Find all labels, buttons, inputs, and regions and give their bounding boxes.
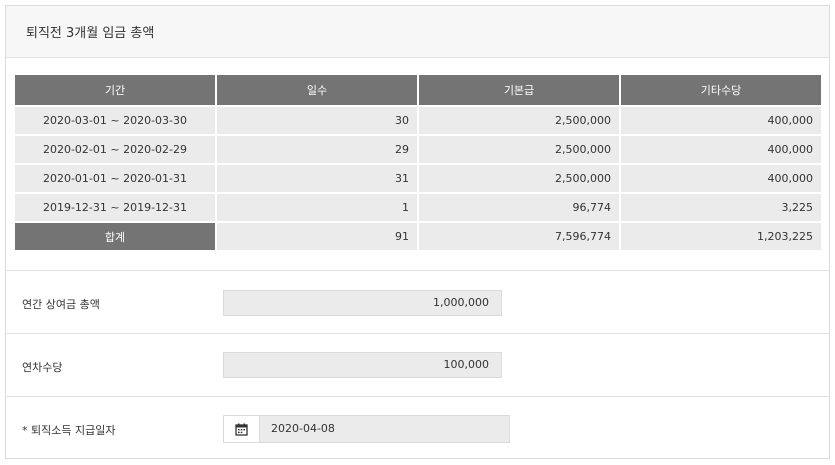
- annual-leave-row: 연차수당 100,000: [6, 333, 829, 396]
- cell-other-allowance: 400,000: [621, 136, 821, 163]
- cell-period: 2020-02-01 ~ 2020-02-29: [15, 136, 215, 163]
- total-label: 합계: [15, 223, 215, 250]
- cell-base-pay: 2,500,000: [419, 136, 619, 163]
- bonus-row: 연간 상여금 총액 1,000,000: [6, 270, 829, 333]
- cell-base-pay: 2,500,000: [419, 165, 619, 192]
- cell-days: 31: [217, 165, 417, 192]
- wage-table-wrap: 기간 일수 기본급 기타수당 2020-03-01 ~ 2020-03-30 3…: [15, 75, 821, 252]
- payment-date-input[interactable]: 2020-04-08: [260, 416, 335, 442]
- total-days: 91: [217, 223, 417, 250]
- payment-date-picker[interactable]: 2020-04-08: [223, 415, 510, 443]
- cell-days: 1: [217, 194, 417, 221]
- cell-other-allowance: 400,000: [621, 107, 821, 134]
- calendar-icon: [235, 423, 248, 436]
- table-header-row: 기간 일수 기본급 기타수당: [15, 75, 821, 105]
- header-other-allowance: 기타수당: [621, 75, 821, 105]
- table-row: 2020-02-01 ~ 2020-02-29 29 2,500,000 400…: [15, 136, 821, 163]
- panel-header: 퇴직전 3개월 임금 총액: [6, 6, 829, 58]
- panel-title: 퇴직전 3개월 임금 총액: [26, 26, 155, 41]
- payment-date-label: * 퇴직소득 지급일자: [22, 424, 116, 437]
- total-other-allowance: 1,203,225: [621, 223, 821, 250]
- table-row: 2020-03-01 ~ 2020-03-30 30 2,500,000 400…: [15, 107, 821, 134]
- header-period: 기간: [15, 75, 215, 105]
- wage-panel: 퇴직전 3개월 임금 총액 기간 일수 기본급 기타수당 2020-03-01 …: [5, 5, 830, 459]
- cell-base-pay: 96,774: [419, 194, 619, 221]
- cell-other-allowance: 400,000: [621, 165, 821, 192]
- annual-leave-label: 연차수당: [22, 361, 63, 374]
- bonus-label: 연간 상여금 총액: [22, 298, 100, 311]
- table-row: 2019-12-31 ~ 2019-12-31 1 96,774 3,225: [15, 194, 821, 221]
- cell-days: 29: [217, 136, 417, 163]
- cell-other-allowance: 3,225: [621, 194, 821, 221]
- total-base-pay: 7,596,774: [419, 223, 619, 250]
- cell-days: 30: [217, 107, 417, 134]
- cell-period: 2020-01-01 ~ 2020-01-31: [15, 165, 215, 192]
- cell-base-pay: 2,500,000: [419, 107, 619, 134]
- wage-table: 기간 일수 기본급 기타수당 2020-03-01 ~ 2020-03-30 3…: [13, 73, 823, 252]
- cell-period: 2019-12-31 ~ 2019-12-31: [15, 194, 215, 221]
- header-days: 일수: [217, 75, 417, 105]
- bonus-field[interactable]: 1,000,000: [223, 290, 502, 316]
- annual-leave-field[interactable]: 100,000: [223, 352, 502, 378]
- payment-date-row: * 퇴직소득 지급일자 2020-04-08: [6, 396, 829, 458]
- table-total-row: 합계 91 7,596,774 1,203,225: [15, 223, 821, 250]
- calendar-button[interactable]: [224, 416, 260, 442]
- table-row: 2020-01-01 ~ 2020-01-31 31 2,500,000 400…: [15, 165, 821, 192]
- header-base-pay: 기본급: [419, 75, 619, 105]
- cell-period: 2020-03-01 ~ 2020-03-30: [15, 107, 215, 134]
